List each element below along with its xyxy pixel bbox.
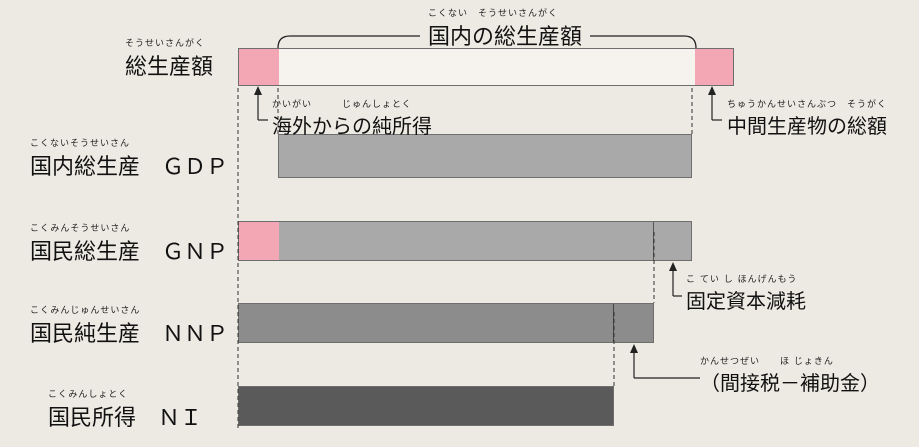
gnp-diagram: こくない そうせいさんがく 国内の総生産額 そうせいさんがく 総生産額 こくない…	[0, 0, 919, 447]
annotation-intermediate-goods: ちゅうかんせいさんぶつ そうがく 中間生産物の総額	[727, 100, 888, 138]
annotation-indirect-tax-minus-subsidy: かんせつぜい ほ じょきん （間接税－補助金）	[700, 357, 880, 395]
annotation-depreciation: こ てい し ほんげんもう 固定資本減耗	[686, 275, 806, 313]
annotation-foreign-income: かいがい じゅんしょとく 海外からの純所得	[272, 100, 432, 138]
